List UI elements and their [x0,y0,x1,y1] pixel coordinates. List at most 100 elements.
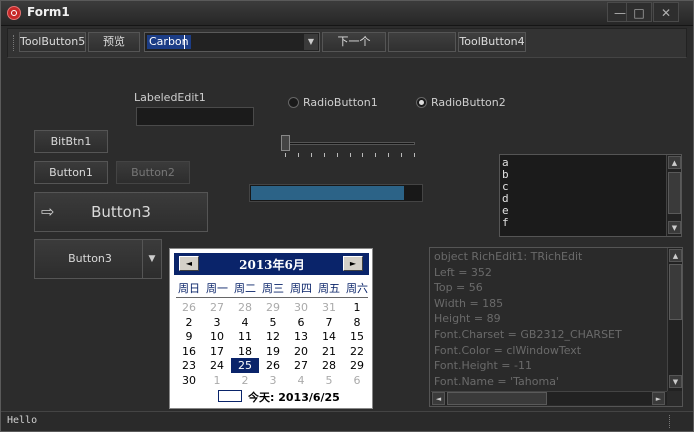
radiobutton2-label[interactable]: RadioButton2 [431,96,506,109]
calendar-day[interactable]: 1 [203,373,231,388]
radiobutton1-label[interactable]: RadioButton1 [303,96,378,109]
calendar-day[interactable]: 30 [287,300,315,315]
calendar-day[interactable]: 29 [259,300,287,315]
richedit-vscrollbar[interactable]: ▲ ▼ [667,248,682,391]
calendar-title[interactable]: 2013年6月 [210,256,334,273]
calendar-day[interactable]: 6 [287,315,315,330]
listbox[interactable]: ▲ ▼ abcdef [499,154,682,237]
preview-button[interactable]: 预览 [88,32,140,52]
calendar-day[interactable]: 30 [175,373,203,388]
weekday-header: 周三 [262,282,284,295]
richedit-line: Height = 89 [434,312,501,326]
scroll-right-icon[interactable]: ► [652,392,665,405]
list-item[interactable]: f [502,217,509,229]
scroll-down-icon[interactable]: ▼ [669,375,682,388]
calendar-day[interactable]: 2 [175,315,203,330]
calendar-day[interactable]: 20 [287,344,315,359]
calendar-day[interactable]: 25 [231,358,259,373]
calendar-day[interactable]: 22 [343,344,371,359]
calendar-day[interactable]: 4 [231,315,259,330]
today-link[interactable]: 今天: 2013/6/25 [248,389,340,405]
button3-split[interactable]: Button3 ▼ [34,239,162,279]
calendar-day[interactable]: 29 [343,358,371,373]
calendar-day[interactable]: 14 [315,329,343,344]
chevron-down-icon[interactable]: ▼ [142,240,161,278]
richedit[interactable]: Font.Name = 'Tahoma' Font.Height = -11 F… [429,247,683,407]
labelededit-input[interactable] [136,107,254,126]
button3-split-label: Button3 [68,252,112,265]
calendar-day[interactable]: 8 [343,315,371,330]
style-combobox[interactable]: Carbon ▼ [144,32,320,52]
calendar-day[interactable]: 1 [343,300,371,315]
close-button[interactable]: ✕ [653,2,679,22]
blank-toolbutton[interactable] [388,32,456,52]
radiobutton1-indicator[interactable] [288,97,299,108]
app-icon [7,6,21,20]
calendar-day[interactable]: 28 [231,300,259,315]
arrow-right-icon: ⇨ [41,202,55,221]
maximize-button[interactable]: □ [626,2,652,22]
calendar-day[interactable]: 18 [231,344,259,359]
month-calendar[interactable]: ◄ 2013年6月 ► 今天: 2013/6/25 周日 周一 周二 周三 周四 周五 周六… [169,248,373,409]
bitbtn1[interactable]: BitBtn1 [34,130,108,153]
richedit-line: Font.Name = 'Tahoma' [434,374,559,388]
prev-month-icon[interactable]: ◄ [179,256,199,271]
weekday-header: 周一 [206,282,228,295]
calendar-day[interactable]: 15 [343,329,371,344]
calendar-day[interactable]: 31 [315,300,343,315]
trackbar-track[interactable] [285,142,415,145]
scroll-up-icon[interactable]: ▲ [668,156,681,169]
calendar-day[interactable]: 27 [287,358,315,373]
title-bar[interactable]: Form1 — □ ✕ [1,1,693,26]
calendar-day[interactable]: 5 [259,315,287,330]
calendar-day[interactable]: 21 [315,344,343,359]
hscroll-thumb[interactable] [447,392,547,405]
radiobutton2-indicator[interactable] [416,97,427,108]
calendar-day[interactable]: 17 [203,344,231,359]
calendar-day[interactable]: 9 [175,329,203,344]
richedit-hscrollbar[interactable]: ◄ ► [431,391,667,405]
calendar-day[interactable]: 10 [203,329,231,344]
calendar-day[interactable]: 4 [287,373,315,388]
trackbar-tick [324,153,325,157]
progress-fill [251,186,404,200]
calendar-day[interactable]: 16 [175,344,203,359]
calendar-day[interactable]: 12 [259,329,287,344]
toolbar-grip[interactable] [13,35,16,51]
toolbutton4[interactable]: ToolButton4 [458,32,526,52]
calendar-day[interactable]: 28 [315,358,343,373]
scroll-thumb[interactable] [669,264,682,320]
button1[interactable]: Button1 [34,161,108,184]
button2-disabled: Button2 [116,161,190,184]
calendar-day[interactable]: 11 [231,329,259,344]
trackbar-tick [388,153,389,157]
calendar-day[interactable]: 3 [203,315,231,330]
calendar-day[interactable]: 23 [175,358,203,373]
calendar-day[interactable]: 13 [287,329,315,344]
calendar-day[interactable]: 27 [203,300,231,315]
scroll-thumb[interactable] [668,172,681,214]
next-button[interactable]: 下一个 [322,32,386,52]
calendar-day[interactable]: 2 [231,373,259,388]
chevron-down-icon[interactable]: ▼ [304,34,318,50]
calendar-day[interactable]: 24 [203,358,231,373]
scroll-left-icon[interactable]: ◄ [432,392,445,405]
next-month-icon[interactable]: ► [343,256,363,271]
toolbutton5[interactable]: ToolButton5 [19,32,86,52]
calendar-day[interactable]: 19 [259,344,287,359]
weekday-divider [176,297,368,298]
calendar-day[interactable]: 26 [259,358,287,373]
scroll-down-icon[interactable]: ▼ [668,221,681,234]
calendar-day[interactable]: 26 [175,300,203,315]
calendar-day[interactable]: 3 [259,373,287,388]
trackbar-tick [311,153,312,157]
trackbar-tick [375,153,376,157]
calendar-day[interactable]: 6 [343,373,371,388]
button3-large[interactable]: ⇨ Button3 [34,192,208,232]
listbox-scrollbar[interactable]: ▲ ▼ [666,155,681,236]
calendar-day[interactable]: 7 [315,315,343,330]
trackbar-ticks [285,153,415,159]
trackbar-thumb[interactable] [281,135,290,151]
scroll-up-icon[interactable]: ▲ [669,249,682,262]
calendar-day[interactable]: 5 [315,373,343,388]
